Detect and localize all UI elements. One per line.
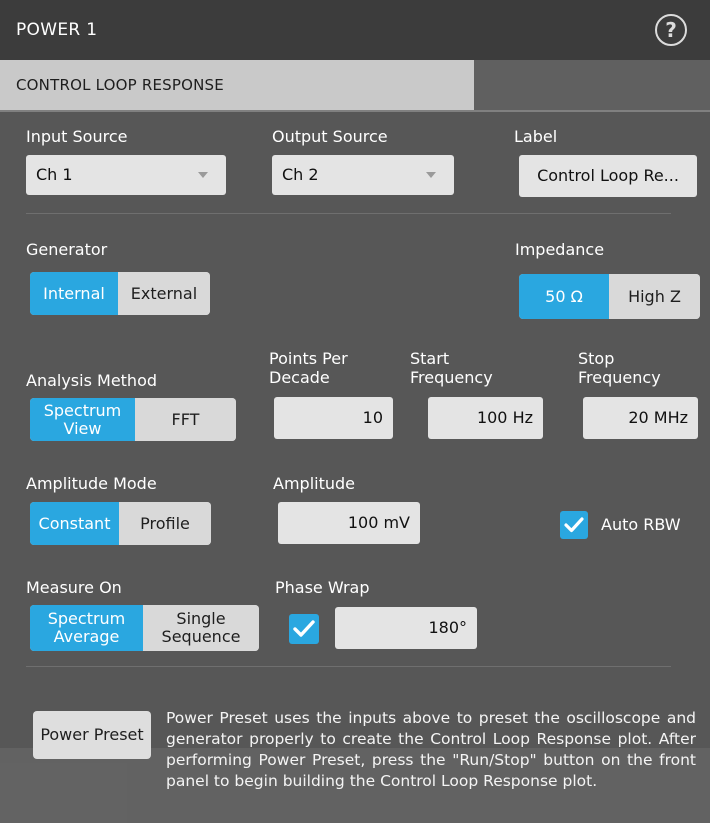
output-source-value: Ch 2 bbox=[282, 165, 319, 184]
amplitude-mode-toggle: Constant Profile bbox=[30, 502, 211, 545]
chevron-down-icon bbox=[426, 172, 436, 178]
phase-wrap-label: Phase Wrap bbox=[275, 578, 370, 597]
output-source-label: Output Source bbox=[272, 127, 388, 146]
amplitude-mode-label: Amplitude Mode bbox=[26, 474, 157, 493]
power-preset-description: Power Preset uses the inputs above to pr… bbox=[166, 709, 696, 790]
chevron-down-icon bbox=[198, 172, 208, 178]
start-frequency-input[interactable]: 100 Hz bbox=[428, 397, 543, 439]
output-source-dropdown[interactable]: Ch 2 bbox=[272, 155, 454, 195]
auto-rbw-label[interactable]: Auto RBW bbox=[601, 515, 681, 535]
amplitude-input[interactable]: 100 mV bbox=[278, 502, 420, 544]
label-field-label: Label bbox=[514, 127, 558, 146]
checkmark-icon bbox=[564, 517, 584, 533]
amplitude-constant-option[interactable]: Constant bbox=[30, 502, 119, 545]
impedance-label: Impedance bbox=[515, 240, 605, 259]
power-control-loop-panel: POWER 1 ? CONTROL LOOP RESPONSE Input So… bbox=[0, 0, 710, 823]
tab-row: CONTROL LOOP RESPONSE bbox=[0, 60, 710, 110]
start-frequency-label: Start Frequency bbox=[410, 349, 493, 387]
auto-rbw-checkbox[interactable] bbox=[560, 511, 588, 539]
generator-label: Generator bbox=[26, 240, 108, 259]
points-per-decade-input[interactable]: 10 bbox=[274, 397, 393, 439]
analysis-fft-option[interactable]: FFT bbox=[135, 398, 236, 441]
section-divider bbox=[26, 213, 671, 214]
label-input[interactable]: Control Loop Re... bbox=[519, 155, 697, 197]
phase-wrap-input[interactable]: 180° bbox=[335, 607, 477, 649]
generator-internal-option[interactable]: Internal bbox=[30, 272, 118, 315]
tab-control-loop-response[interactable]: CONTROL LOOP RESPONSE bbox=[0, 60, 474, 110]
impedance-50ohm-option[interactable]: 50 Ω bbox=[519, 274, 609, 319]
impedance-toggle: 50 Ω High Z bbox=[519, 274, 700, 319]
stop-frequency-label: Stop Frequency bbox=[578, 349, 661, 387]
power-preset-button[interactable]: Power Preset bbox=[33, 711, 151, 759]
generator-toggle: Internal External bbox=[30, 272, 210, 315]
analysis-method-toggle: Spectrum View FFT bbox=[30, 398, 236, 441]
points-per-decade-label: Points Per Decade bbox=[269, 349, 348, 387]
help-icon[interactable]: ? bbox=[655, 14, 687, 46]
amplitude-label: Amplitude bbox=[273, 474, 355, 493]
checkmark-icon bbox=[293, 620, 315, 637]
measure-on-toggle: Spectrum Average Single Sequence bbox=[30, 605, 259, 651]
measure-single-sequence-option[interactable]: Single Sequence bbox=[143, 605, 259, 651]
impedance-highz-option[interactable]: High Z bbox=[609, 274, 700, 319]
analysis-spectrum-view-option[interactable]: Spectrum View bbox=[30, 398, 135, 441]
amplitude-profile-option[interactable]: Profile bbox=[119, 502, 211, 545]
measure-on-label: Measure On bbox=[26, 578, 122, 597]
input-source-label: Input Source bbox=[26, 127, 128, 146]
start-frequency-label-line1: Start bbox=[410, 349, 450, 368]
points-per-decade-label-line2: Decade bbox=[269, 368, 330, 387]
stop-frequency-input[interactable]: 20 MHz bbox=[583, 397, 698, 439]
stop-frequency-label-line2: Frequency bbox=[578, 368, 661, 387]
points-per-decade-label-line1: Points Per bbox=[269, 349, 348, 368]
window-title: POWER 1 bbox=[16, 20, 98, 40]
input-source-value: Ch 1 bbox=[36, 165, 73, 184]
title-bar: POWER 1 ? bbox=[0, 0, 710, 60]
input-source-dropdown[interactable]: Ch 1 bbox=[26, 155, 226, 195]
analysis-method-label: Analysis Method bbox=[26, 371, 158, 390]
phase-wrap-checkbox[interactable] bbox=[289, 614, 319, 644]
content-divider bbox=[0, 110, 710, 112]
measure-spectrum-average-option[interactable]: Spectrum Average bbox=[30, 605, 143, 651]
generator-external-option[interactable]: External bbox=[118, 272, 210, 315]
stop-frequency-label-line1: Stop bbox=[578, 349, 615, 368]
start-frequency-label-line2: Frequency bbox=[410, 368, 493, 387]
section-divider bbox=[26, 666, 671, 667]
